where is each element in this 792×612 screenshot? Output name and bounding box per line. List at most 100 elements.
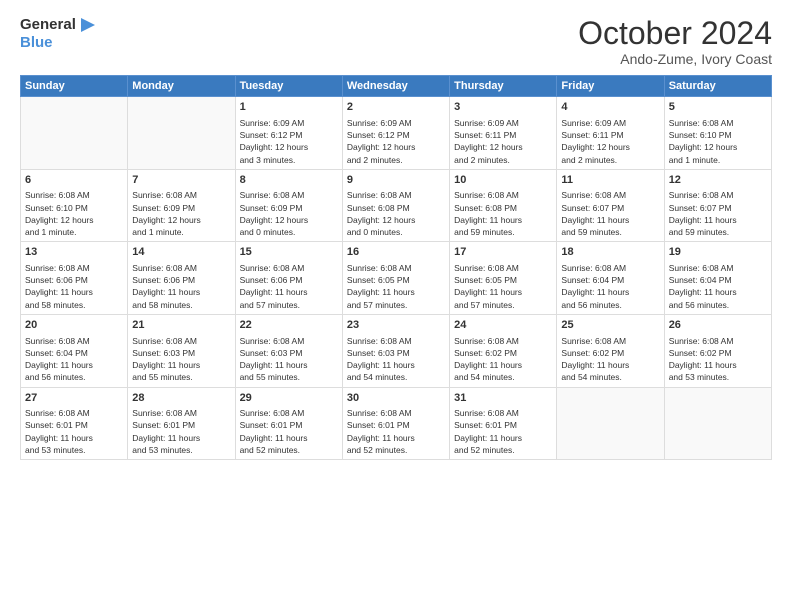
day-info: Sunrise: 6:08 AM Sunset: 6:03 PM Dayligh… bbox=[240, 335, 338, 384]
table-row: 12Sunrise: 6:08 AM Sunset: 6:07 PM Dayli… bbox=[664, 169, 771, 242]
table-row: 14Sunrise: 6:08 AM Sunset: 6:06 PM Dayli… bbox=[128, 242, 235, 315]
day-info: Sunrise: 6:08 AM Sunset: 6:10 PM Dayligh… bbox=[669, 117, 767, 166]
table-row: 9Sunrise: 6:08 AM Sunset: 6:08 PM Daylig… bbox=[342, 169, 449, 242]
day-number: 30 bbox=[347, 391, 445, 406]
day-number: 2 bbox=[347, 100, 445, 115]
table-row: 8Sunrise: 6:08 AM Sunset: 6:09 PM Daylig… bbox=[235, 169, 342, 242]
table-row: 23 Sunrise: 6:08 AM Sunset: 6:03 PM Dayli… bbox=[342, 315, 449, 388]
table-row: 31Sunrise: 6:08 AM Sunset: 6:01 PM Dayli… bbox=[450, 387, 557, 460]
subtitle: Ando-Zume, Ivory Coast bbox=[578, 51, 772, 67]
day-info: Sunrise: 6:08 AM Sunset: 6:06 PM Dayligh… bbox=[25, 262, 123, 311]
day-number: 19 bbox=[669, 245, 767, 260]
table-row: 19 Sunrise: 6:08 AM Sunset: 6:04 PM Dayli… bbox=[664, 242, 771, 315]
table-row: 17 Sunrise: 6:08 AM Sunset: 6:05 PM Dayli… bbox=[450, 242, 557, 315]
table-row: 13 Sunrise: 6:08 AM Sunset: 6:06 PM Dayli… bbox=[21, 242, 128, 315]
table-row: 4 Sunrise: 6:09 AM Sunset: 6:11 PM Daylig… bbox=[557, 97, 664, 170]
calendar-week-row: 1 Sunrise: 6:09 AM Sunset: 6:12 PM Daylig… bbox=[21, 97, 772, 170]
table-row: 10Sunrise: 6:08 AM Sunset: 6:08 PM Dayli… bbox=[450, 169, 557, 242]
calendar-week-row: 27Sunrise: 6:08 AM Sunset: 6:01 PM Dayli… bbox=[21, 387, 772, 460]
calendar-week-row: 6Sunrise: 6:08 AM Sunset: 6:10 PM Daylig… bbox=[21, 169, 772, 242]
table-row: 3 Sunrise: 6:09 AM Sunset: 6:11 PM Daylig… bbox=[450, 97, 557, 170]
month-title: October 2024 bbox=[578, 16, 772, 51]
header-sunday: Sunday bbox=[21, 76, 128, 97]
day-info: Sunrise: 6:08 AM Sunset: 6:05 PM Dayligh… bbox=[454, 262, 552, 311]
day-number: 12 bbox=[669, 173, 767, 188]
page: General Blue October 2024 Ando-Zume, Ivo… bbox=[0, 0, 792, 612]
day-number: 16 bbox=[347, 245, 445, 260]
day-info: Sunrise: 6:09 AM Sunset: 6:12 PM Dayligh… bbox=[347, 117, 445, 166]
header: General Blue October 2024 Ando-Zume, Ivo… bbox=[20, 16, 772, 67]
day-info: Sunrise: 6:08 AM Sunset: 6:01 PM Dayligh… bbox=[132, 407, 230, 456]
table-row: 2 Sunrise: 6:09 AM Sunset: 6:12 PM Daylig… bbox=[342, 97, 449, 170]
day-number: 10 bbox=[454, 173, 552, 188]
table-row: 5 Sunrise: 6:08 AM Sunset: 6:10 PM Daylig… bbox=[664, 97, 771, 170]
day-number: 11 bbox=[561, 173, 659, 188]
day-info: Sunrise: 6:08 AM Sunset: 6:01 PM Dayligh… bbox=[454, 407, 552, 456]
table-row bbox=[21, 97, 128, 170]
day-number: 23 bbox=[347, 318, 445, 333]
day-info: Sunrise: 6:08 AM Sunset: 6:06 PM Dayligh… bbox=[132, 262, 230, 311]
day-number: 7 bbox=[132, 173, 230, 188]
day-info: Sunrise: 6:08 AM Sunset: 6:07 PM Dayligh… bbox=[561, 189, 659, 238]
day-info: Sunrise: 6:08 AM Sunset: 6:08 PM Dayligh… bbox=[347, 189, 445, 238]
day-number: 17 bbox=[454, 245, 552, 260]
day-number: 5 bbox=[669, 100, 767, 115]
header-monday: Monday bbox=[128, 76, 235, 97]
table-row: 29Sunrise: 6:08 AM Sunset: 6:01 PM Dayli… bbox=[235, 387, 342, 460]
day-number: 1 bbox=[240, 100, 338, 115]
header-wednesday: Wednesday bbox=[342, 76, 449, 97]
table-row: 21 Sunrise: 6:08 AM Sunset: 6:03 PM Dayli… bbox=[128, 315, 235, 388]
table-row: 15 Sunrise: 6:08 AM Sunset: 6:06 PM Dayli… bbox=[235, 242, 342, 315]
day-info: Sunrise: 6:08 AM Sunset: 6:04 PM Dayligh… bbox=[561, 262, 659, 311]
day-info: Sunrise: 6:08 AM Sunset: 6:10 PM Dayligh… bbox=[25, 189, 123, 238]
day-number: 29 bbox=[240, 391, 338, 406]
day-number: 31 bbox=[454, 391, 552, 406]
day-info: Sunrise: 6:08 AM Sunset: 6:01 PM Dayligh… bbox=[240, 407, 338, 456]
logo: General Blue bbox=[20, 16, 95, 51]
table-row: 7Sunrise: 6:08 AM Sunset: 6:09 PM Daylig… bbox=[128, 169, 235, 242]
header-saturday: Saturday bbox=[664, 76, 771, 97]
day-number: 26 bbox=[669, 318, 767, 333]
day-number: 15 bbox=[240, 245, 338, 260]
day-number: 18 bbox=[561, 245, 659, 260]
day-info: Sunrise: 6:08 AM Sunset: 6:01 PM Dayligh… bbox=[347, 407, 445, 456]
logo-arrow-icon bbox=[77, 16, 95, 34]
table-row: 25Sunrise: 6:08 AM Sunset: 6:02 PM Dayli… bbox=[557, 315, 664, 388]
calendar-week-row: 20Sunrise: 6:08 AM Sunset: 6:04 PM Dayli… bbox=[21, 315, 772, 388]
day-number: 28 bbox=[132, 391, 230, 406]
day-info: Sunrise: 6:08 AM Sunset: 6:09 PM Dayligh… bbox=[132, 189, 230, 238]
logo-wordmark: General Blue bbox=[20, 16, 95, 51]
day-info: Sunrise: 6:08 AM Sunset: 6:02 PM Dayligh… bbox=[454, 335, 552, 384]
day-info: Sunrise: 6:09 AM Sunset: 6:11 PM Dayligh… bbox=[454, 117, 552, 166]
table-row: 20Sunrise: 6:08 AM Sunset: 6:04 PM Dayli… bbox=[21, 315, 128, 388]
day-info: Sunrise: 6:08 AM Sunset: 6:04 PM Dayligh… bbox=[669, 262, 767, 311]
table-row: 16Sunrise: 6:08 AM Sunset: 6:05 PM Dayli… bbox=[342, 242, 449, 315]
header-thursday: Thursday bbox=[450, 76, 557, 97]
header-friday: Friday bbox=[557, 76, 664, 97]
day-number: 27 bbox=[25, 391, 123, 406]
day-number: 25 bbox=[561, 318, 659, 333]
table-row: 18 Sunrise: 6:08 AM Sunset: 6:04 PM Dayli… bbox=[557, 242, 664, 315]
calendar-table: Sunday Monday Tuesday Wednesday Thursday… bbox=[20, 75, 772, 460]
day-info: Sunrise: 6:09 AM Sunset: 6:11 PM Dayligh… bbox=[561, 117, 659, 166]
day-number: 13 bbox=[25, 245, 123, 260]
day-info: Sunrise: 6:08 AM Sunset: 6:08 PM Dayligh… bbox=[454, 189, 552, 238]
day-info: Sunrise: 6:08 AM Sunset: 6:01 PM Dayligh… bbox=[25, 407, 123, 456]
day-number: 6 bbox=[25, 173, 123, 188]
header-tuesday: Tuesday bbox=[235, 76, 342, 97]
day-info: Sunrise: 6:08 AM Sunset: 6:03 PM Dayligh… bbox=[132, 335, 230, 384]
day-number: 3 bbox=[454, 100, 552, 115]
day-number: 21 bbox=[132, 318, 230, 333]
day-number: 4 bbox=[561, 100, 659, 115]
table-row: 30Sunrise: 6:08 AM Sunset: 6:01 PM Dayli… bbox=[342, 387, 449, 460]
table-row: 27Sunrise: 6:08 AM Sunset: 6:01 PM Dayli… bbox=[21, 387, 128, 460]
table-row: 6Sunrise: 6:08 AM Sunset: 6:10 PM Daylig… bbox=[21, 169, 128, 242]
day-info: Sunrise: 6:08 AM Sunset: 6:06 PM Dayligh… bbox=[240, 262, 338, 311]
table-row: 28Sunrise: 6:08 AM Sunset: 6:01 PM Dayli… bbox=[128, 387, 235, 460]
day-info: Sunrise: 6:08 AM Sunset: 6:03 PM Dayligh… bbox=[347, 335, 445, 384]
calendar-header-row: Sunday Monday Tuesday Wednesday Thursday… bbox=[21, 76, 772, 97]
table-row bbox=[128, 97, 235, 170]
table-row bbox=[557, 387, 664, 460]
day-info: Sunrise: 6:08 AM Sunset: 6:02 PM Dayligh… bbox=[669, 335, 767, 384]
table-row: 26 Sunrise: 6:08 AM Sunset: 6:02 PM Dayli… bbox=[664, 315, 771, 388]
